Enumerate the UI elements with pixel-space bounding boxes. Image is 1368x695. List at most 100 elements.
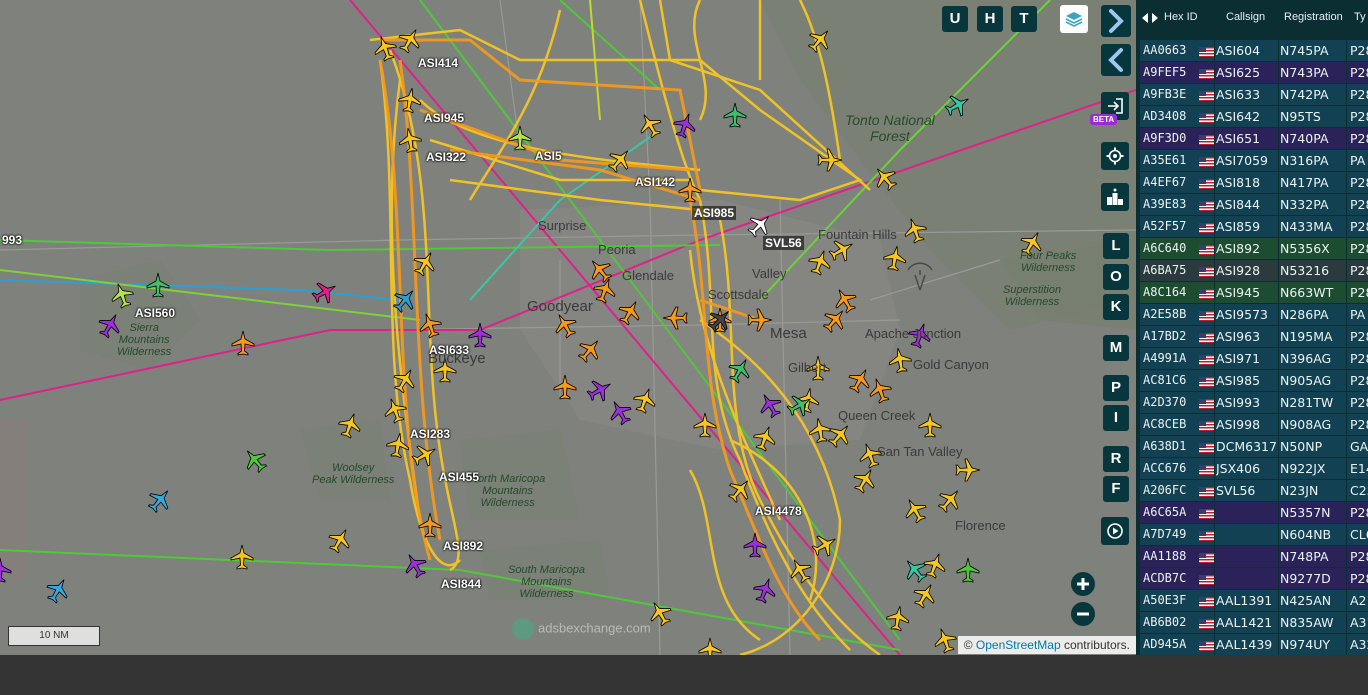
table-row[interactable]: A39E83 ASI844 N332PA P28 bbox=[1140, 194, 1368, 215]
callsign-cell: ASI7059 bbox=[1216, 153, 1268, 168]
aircraft-callout[interactable]: 993 bbox=[0, 233, 24, 247]
column-header-hex[interactable]: Hex ID bbox=[1164, 11, 1198, 23]
table-row[interactable]: AA0663 ASI604 N745PA P28 bbox=[1140, 40, 1368, 61]
osm-link[interactable]: OpenStreetMap bbox=[976, 638, 1061, 652]
table-row[interactable]: A17BD2 ASI963 N195MA P28 bbox=[1140, 326, 1368, 347]
callsign-cell: ASI971 bbox=[1216, 351, 1261, 366]
chevron-left-icon bbox=[1108, 48, 1123, 72]
hex-id-cell: A7D749 bbox=[1143, 527, 1187, 541]
column-separator bbox=[1214, 634, 1215, 655]
toggle-u-button[interactable]: U bbox=[942, 6, 968, 32]
table-row[interactable]: A50E3F AAL1391 N425AN A21 bbox=[1140, 590, 1368, 611]
column-separator bbox=[1214, 414, 1215, 435]
chevron-right-icon bbox=[1109, 9, 1124, 33]
column-separator bbox=[1346, 326, 1347, 347]
aircraft-callout[interactable]: ASI985 bbox=[692, 206, 737, 220]
city-label: Apache Junction bbox=[865, 326, 962, 341]
table-row[interactable]: A9F3D0 ASI651 N740PA P28 bbox=[1140, 128, 1368, 149]
plus-icon bbox=[1077, 578, 1089, 590]
table-row[interactable]: A638D1 DCM6317 N50NP GA bbox=[1140, 436, 1368, 457]
map-view[interactable]: Tonto National Forest Four Peaks Wildern… bbox=[0, 0, 1136, 655]
layer-k-button[interactable]: K bbox=[1103, 294, 1129, 320]
aircraft-callout[interactable]: ASI560 bbox=[133, 306, 177, 320]
layer-o-button[interactable]: O bbox=[1103, 264, 1129, 290]
column-separator bbox=[1278, 194, 1279, 215]
table-row[interactable]: A4EF67 ASI818 N417PA P28 bbox=[1140, 172, 1368, 193]
layer-m-button[interactable]: M bbox=[1103, 335, 1129, 361]
column-separator bbox=[1214, 282, 1215, 303]
city-label: Fountain Hills bbox=[818, 227, 897, 242]
table-row[interactable]: AB6B02 AAL1421 N835AW A31 bbox=[1140, 612, 1368, 633]
aircraft-callout[interactable]: ASI945 bbox=[422, 111, 466, 125]
table-row[interactable]: A6BA75 ASI928 N53216 P28 bbox=[1140, 260, 1368, 281]
table-row[interactable]: AC8CEB ASI998 N908AG P28 bbox=[1140, 414, 1368, 435]
aircraft-callout[interactable]: SVL56 bbox=[763, 236, 804, 250]
table-row[interactable]: A9FEF5 ASI625 N743PA P28 bbox=[1140, 62, 1368, 83]
layer-l-button[interactable]: L bbox=[1103, 233, 1129, 259]
aircraft-table-panel[interactable]: Hex ID Callsign Registration Ty AA0663 AS… bbox=[1136, 0, 1368, 655]
table-row[interactable]: ACDB7C N9277D P28 bbox=[1140, 568, 1368, 589]
layer-f-button[interactable]: F bbox=[1103, 476, 1129, 502]
hex-id-cell: A39E83 bbox=[1143, 197, 1187, 211]
aircraft-callout[interactable]: ASI455 bbox=[437, 470, 481, 484]
column-separator bbox=[1346, 568, 1347, 589]
expand-sidebar-button[interactable] bbox=[1101, 5, 1131, 37]
table-row[interactable]: AA1188 N748PA P28 bbox=[1140, 546, 1368, 567]
layer-i-button[interactable]: I bbox=[1103, 405, 1129, 431]
forest-label: Tonto National Forest bbox=[845, 112, 935, 144]
stats-button[interactable] bbox=[1101, 183, 1129, 211]
column-separator bbox=[1346, 348, 1347, 369]
column-header-type[interactable]: Ty bbox=[1354, 11, 1366, 23]
table-row[interactable]: A6C640 ASI892 N5356X P28 bbox=[1140, 238, 1368, 259]
type-cell: P28 bbox=[1350, 65, 1368, 80]
us-flag-icon bbox=[1199, 310, 1215, 321]
aircraft-callout[interactable]: ASI633 bbox=[427, 343, 471, 357]
collapse-sidebar-button[interactable] bbox=[1101, 44, 1131, 76]
aircraft-callout[interactable]: ASI322 bbox=[424, 150, 468, 164]
table-row[interactable]: A2D370 ASI993 N281TW P28 bbox=[1140, 392, 1368, 413]
layer-r-button[interactable]: R bbox=[1103, 446, 1129, 472]
callsign-cell: AAL1439 bbox=[1216, 637, 1273, 652]
us-flag-icon bbox=[1199, 574, 1215, 585]
toggle-h-button[interactable]: H bbox=[977, 6, 1003, 32]
column-separator bbox=[1278, 260, 1279, 281]
aircraft-callout[interactable]: ASI892 bbox=[441, 539, 485, 553]
aircraft-callout[interactable]: ASI5 bbox=[533, 149, 564, 163]
table-row[interactable]: AD945A AAL1439 N974UY A32 bbox=[1140, 634, 1368, 655]
column-header-registration[interactable]: Registration bbox=[1284, 11, 1343, 23]
aircraft-callout[interactable]: ASI844 bbox=[439, 577, 483, 591]
column-separator bbox=[1278, 568, 1279, 589]
layer-p-button[interactable]: P bbox=[1103, 375, 1129, 401]
table-row[interactable]: AD3408 ASI642 N95TS P28 bbox=[1140, 106, 1368, 127]
zoom-in-button[interactable] bbox=[1071, 572, 1095, 596]
table-row[interactable]: A206FC SVL56 N23JN C25 bbox=[1140, 480, 1368, 501]
table-row[interactable]: A2E58B ASI9573 N286PA PA bbox=[1140, 304, 1368, 325]
zoom-out-button[interactable] bbox=[1071, 602, 1095, 626]
beta-badge: BETA bbox=[1090, 114, 1118, 125]
aircraft-callout[interactable]: ASI142 bbox=[633, 175, 677, 189]
table-row[interactable]: ACC676 JSX406 N922JX E14 bbox=[1140, 458, 1368, 479]
table-row[interactable]: A6C65A N5357N P28 bbox=[1140, 502, 1368, 523]
map-layers-button[interactable] bbox=[1060, 5, 1088, 33]
column-separator bbox=[1346, 194, 1347, 215]
column-separator bbox=[1346, 172, 1347, 193]
callsign-cell: ASI892 bbox=[1216, 241, 1261, 256]
aircraft-callout[interactable]: ASI4478 bbox=[753, 504, 804, 518]
scroll-right-icon[interactable] bbox=[1150, 12, 1160, 24]
column-separator bbox=[1278, 282, 1279, 303]
table-row[interactable]: A52F57 ASI859 N433MA P28 bbox=[1140, 216, 1368, 237]
table-row[interactable]: A7D749 N604NB CL6 bbox=[1140, 524, 1368, 545]
table-row[interactable]: A35E61 ASI7059 N316PA PA bbox=[1140, 150, 1368, 171]
aircraft-callout[interactable]: ASI414 bbox=[416, 56, 460, 70]
scroll-left-icon[interactable] bbox=[1140, 12, 1150, 24]
table-row[interactable]: A9FB3E ASI633 N742PA P28 bbox=[1140, 84, 1368, 105]
settings-button[interactable] bbox=[1101, 142, 1129, 170]
replay-button[interactable] bbox=[1101, 517, 1129, 545]
table-row[interactable]: A8C164 ASI945 N663WT P28 bbox=[1140, 282, 1368, 303]
aircraft-callout[interactable]: ASI283 bbox=[408, 427, 452, 441]
column-header-callsign[interactable]: Callsign bbox=[1226, 11, 1265, 23]
toggle-t-button[interactable]: T bbox=[1011, 6, 1037, 32]
attribution-suffix: contributors. bbox=[1060, 638, 1130, 652]
table-row[interactable]: A4991A ASI971 N396AG P28 bbox=[1140, 348, 1368, 369]
table-row[interactable]: AC81C6 ASI985 N905AG P28 bbox=[1140, 370, 1368, 391]
